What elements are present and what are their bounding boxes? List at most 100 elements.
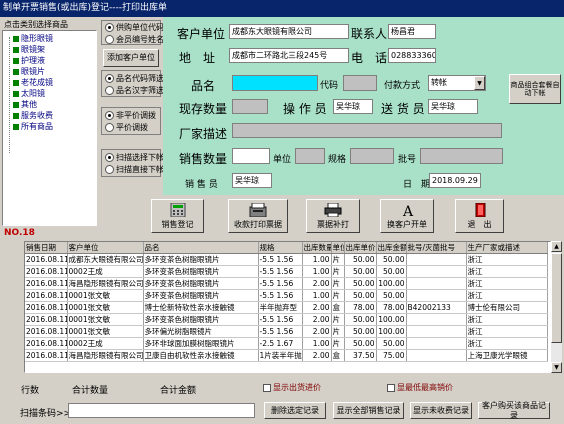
table-cell: 2016.08.11 — [25, 349, 68, 362]
table-row[interactable]: 2016.08.11 0001张文敏 博士伦新特软性亲水接触镜 半年抛弃型 2.00 盒 7… — [25, 301, 548, 314]
radio-icon — [105, 74, 114, 83]
radio-non-parity[interactable]: 非平价调拨 — [105, 110, 160, 122]
operator-label: 操 作 员 — [283, 102, 327, 116]
tree-item-service-fee[interactable]: 服务收费 — [7, 110, 96, 121]
table-cell: 100.00 — [376, 277, 407, 290]
radio-product-chinese[interactable]: 品名汉字筛选 — [105, 85, 164, 97]
print-receipt-button[interactable]: 收款打印票据 — [228, 199, 288, 233]
address-label: 地 址 — [179, 51, 216, 65]
scroll-thumb[interactable] — [551, 253, 562, 343]
seller-field[interactable]: 吴华琼 — [232, 173, 272, 188]
table-cell: 盒 — [331, 301, 345, 314]
customer-field[interactable]: 成都东大眼镜有限公司 — [229, 24, 349, 39]
table-cell: B42002133 — [406, 301, 467, 314]
table-cell — [406, 325, 467, 338]
col-header-date[interactable]: 销售日期 — [25, 242, 68, 254]
operator-field[interactable]: 吴华琼 — [333, 99, 373, 114]
customer-purchase-history-button[interactable]: 客户购买该商品记录 — [478, 401, 550, 420]
combo-package-button[interactable]: 商品组合套餐自动下帐 — [509, 74, 561, 104]
tree-item-sunglasses[interactable]: 太阳镜 — [7, 88, 96, 99]
delivery-field[interactable]: 吴华琼 — [428, 99, 478, 114]
col-header-amount[interactable]: 出库金额 — [376, 242, 407, 254]
show-all-sales-button[interactable]: 显示全部销售记录 — [333, 402, 404, 419]
scan-barcode-input[interactable] — [68, 403, 255, 418]
col-header-unit[interactable]: 单位 — [331, 242, 345, 254]
text-a-icon: A — [402, 204, 414, 217]
col-header-customer[interactable]: 客户单位 — [67, 242, 144, 254]
dropdown-arrow-icon[interactable]: ▼ — [474, 76, 485, 90]
switch-customer-button[interactable]: A 换客户开单 — [380, 199, 434, 233]
radio-product-code[interactable]: 品名代码筛选 — [105, 73, 164, 85]
radio-scan-select[interactable]: 扫描选择下帐 — [105, 152, 164, 164]
phone-field[interactable]: 028833360T8 — [388, 48, 436, 63]
total-qty-label: 合计数量 — [72, 386, 109, 396]
table-cell: 多环变茶色树脂眼镜片 — [143, 253, 259, 266]
col-header-batch[interactable]: 批号/灭菌批号 — [406, 242, 467, 254]
tree-item-contact-lens[interactable]: 隐形眼镜 — [7, 33, 96, 44]
table-row[interactable]: 2016.08.11 0001张文敏 多环偏光树脂眼镜片 -5.5 1.56 2.00 片… — [25, 325, 548, 338]
show-purchase-price-checkbox[interactable]: 显示出货进价 — [263, 382, 321, 393]
reprint-button[interactable]: 票据补打 — [306, 199, 360, 233]
radio-member-id[interactable]: 会员编号姓名 — [105, 34, 164, 46]
product-field[interactable] — [232, 75, 318, 91]
table-cell — [406, 313, 467, 326]
radio-icon — [105, 86, 114, 95]
contact-field[interactable]: 杨昌君 — [388, 24, 436, 39]
address-field[interactable]: 成都市二环路北三段245号 — [229, 48, 349, 63]
table-cell: 片 — [331, 289, 345, 302]
category-tree[interactable]: 隐形眼镜 眼镜架 护理液 眼镜片 老花成镜 太阳镜 其他 服务收费 所有商品 — [2, 30, 97, 226]
table-cell: 2016.08.11 — [25, 265, 68, 278]
tree-item-all[interactable]: 所有商品 — [7, 121, 96, 132]
category-icon — [13, 123, 19, 130]
table-cell: 片 — [331, 253, 345, 266]
table-row[interactable]: 2016.08.11 海昌隐形眼镜有限公司 多环变茶色树脂眼镜片 -5.5 1.56 2… — [25, 277, 548, 290]
seller-label: 销 售 员 — [185, 180, 218, 190]
customer-radio-group: 供购单位代码 会员编号姓名 — [101, 20, 164, 46]
code-field[interactable] — [343, 75, 377, 91]
radio-icon — [105, 123, 114, 132]
table-cell: 海昌隐形眼镜有限公司 — [67, 277, 144, 290]
qty-field[interactable] — [232, 148, 270, 164]
show-unpaid-button[interactable]: 显示未收费记录 — [410, 402, 472, 419]
tree-item-lens[interactable]: 眼镜片 — [7, 66, 96, 77]
tree-item-reading-glasses[interactable]: 老花成镜 — [7, 77, 96, 88]
table-cell: 半年抛弃型 — [258, 301, 303, 314]
payment-select[interactable]: 转帐 ▼ — [428, 75, 486, 91]
phone-label: 电 话 — [351, 51, 388, 65]
tree-item-solution[interactable]: 护理液 — [7, 55, 96, 66]
scroll-down-icon[interactable]: ▼ — [551, 362, 562, 373]
show-lowest-price-checkbox[interactable]: 显最低最高销价 — [387, 382, 453, 393]
radio-supplier-code[interactable]: 供购单位代码 — [105, 22, 164, 34]
table-row[interactable]: 2016.08.11 0002王成 多环非球面加膜树脂眼镜片 -2.5 1.67 1.0… — [25, 337, 548, 350]
date-field[interactable]: 2018.09.29 — [429, 173, 481, 188]
tree-item-frame[interactable]: 眼镜架 — [7, 44, 96, 55]
col-header-product[interactable]: 品名 — [143, 242, 259, 254]
col-header-price[interactable]: 出库单价 — [344, 242, 377, 254]
scroll-up-icon[interactable]: ▲ — [551, 241, 562, 252]
sales-register-button[interactable]: 销售登记 — [151, 199, 204, 233]
radio-parity[interactable]: 平价调拨 — [105, 122, 160, 134]
table-cell: 2016.08.11 — [25, 313, 68, 326]
radio-icon — [105, 35, 114, 44]
table-row[interactable]: 2016.08.11 0002王成 多环变茶色树脂眼镜片 -5.5 1.56 1.00 片… — [25, 265, 548, 278]
sales-table[interactable]: 销售日期 客户单位 品名 规格 出库数量 单位 出库单价 出库金额 批号/灭菌批… — [24, 241, 551, 373]
exit-button[interactable]: 退 出 — [455, 199, 504, 233]
table-cell: -2.5 1.67 — [258, 337, 303, 350]
table-row[interactable]: 2016.08.11 0001张文敏 多环变茶色树脂眼镜片 -5.5 1.56 1.00… — [25, 289, 548, 302]
stock-field — [232, 99, 268, 114]
left-panel: 点击类别选择商品 隐形眼镜 眼镜架 护理液 眼镜片 老花成镜 太阳镜 其他 服务… — [0, 17, 99, 239]
tree-item-other[interactable]: 其他 — [7, 99, 96, 110]
table-cell: 多环非球面加膜树脂眼镜片 — [143, 337, 259, 350]
add-customer-button[interactable]: 添加客户单位 — [103, 49, 159, 67]
table-cell: 片 — [331, 277, 345, 290]
col-header-manufacturer[interactable]: 生产厂家或描述 — [466, 242, 548, 254]
col-header-spec[interactable]: 规格 — [258, 242, 303, 254]
delete-record-button[interactable]: 删除选定记录 — [264, 402, 326, 419]
col-header-qty[interactable]: 出库数量 — [302, 242, 332, 254]
table-row[interactable]: 2016.08.11 0001张文敏 多环变茶色树脂眼镜片 -5.5 1.56 2.00… — [25, 313, 548, 326]
table-scrollbar[interactable]: ▲ ▼ — [551, 241, 562, 373]
table-cell: 0001张文敏 — [67, 325, 144, 338]
table-row[interactable]: 2016.08.11 成都东大眼镜有限公司 多环变茶色树脂眼镜片 -5.5 1.56 1… — [25, 253, 548, 266]
table-row[interactable]: 2016.08.11 海昌隐形眼镜有限公司 卫康自由机软性亲水接触镜 1片装半年抛 2.… — [25, 349, 548, 362]
radio-scan-direct[interactable]: 扫描直接下帐 — [105, 164, 164, 176]
